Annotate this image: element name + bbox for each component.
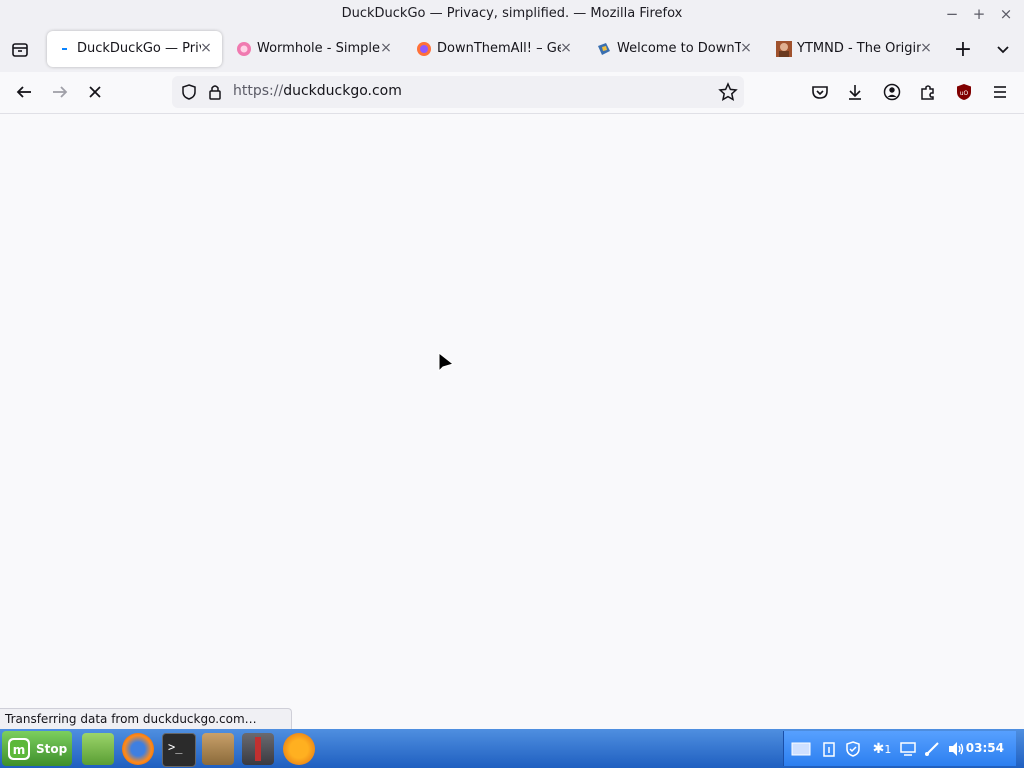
shield-check-icon[interactable] (843, 739, 863, 759)
ublock-origin-icon: uO (957, 84, 971, 100)
new-tab-button[interactable]: + (948, 35, 978, 65)
tab-label: DuckDuckGo — Privacy, simplified. (77, 41, 201, 56)
tab-label: Welcome to DownThemAll! (617, 41, 741, 56)
tab-ytmnd[interactable]: YTMND - The Original Meme Site × (767, 31, 942, 67)
puzzle-icon (921, 85, 934, 100)
download-icon (849, 85, 861, 100)
close-window-button[interactable]: × (996, 4, 1016, 24)
url-host: duckduckgo.com (283, 83, 402, 99)
taskbar: m Stop >_ ✱1 03:54 (0, 729, 1024, 768)
display-icon[interactable] (898, 739, 918, 759)
forward-button[interactable] (46, 78, 74, 106)
tie-icon (255, 737, 261, 761)
clipboard-icon[interactable] (819, 739, 839, 759)
stop-loading-button[interactable] (81, 78, 109, 106)
url-scheme: https:// (233, 83, 284, 99)
tab-downthemall-welcome[interactable]: Welcome to DownThemAll! × (587, 31, 762, 67)
tab-duckduckgo[interactable]: DuckDuckGo — Privacy, simplified. × (47, 31, 222, 67)
system-tray: ✱1 03:54 (783, 731, 1016, 766)
start-menu-button[interactable]: m Stop (2, 731, 72, 766)
ublock-origin-button[interactable]: uO (949, 77, 979, 107)
list-all-tabs-button[interactable] (988, 35, 1018, 65)
shield-icon[interactable] (180, 83, 198, 105)
close-tab-icon[interactable]: × (738, 40, 754, 56)
close-tab-icon[interactable]: × (558, 40, 574, 56)
extensions-button[interactable] (913, 77, 943, 107)
status-panel: Transferring data from duckduckgo.com… (0, 708, 292, 729)
bookmark-star-icon[interactable] (718, 82, 738, 106)
firefox-view-icon (12, 43, 28, 57)
minimize-button[interactable]: − (942, 4, 962, 24)
lock-icon[interactable] (207, 83, 223, 105)
chevron-down-icon (997, 46, 1009, 54)
svg-text:m: m (13, 743, 26, 757)
app-launcher-icon[interactable] (242, 733, 274, 765)
close-tab-icon[interactable]: × (198, 40, 214, 56)
back-button[interactable] (10, 78, 38, 106)
arrow-right-icon (53, 86, 68, 98)
wormhole-icon (236, 41, 252, 57)
firefox-view-button[interactable] (5, 35, 35, 65)
account-icon (883, 83, 901, 101)
clock[interactable]: 03:54 (966, 741, 1004, 755)
url-text[interactable]: https://duckduckgo.com (233, 83, 402, 99)
notifications-indicator[interactable]: ✱1 (868, 739, 896, 759)
workspace-switcher-icon[interactable] (790, 739, 812, 759)
page-content[interactable] (0, 114, 1024, 708)
tab-label: Wormhole - Simple, private file sharing (257, 41, 381, 56)
maximize-button[interactable]: + (969, 4, 989, 24)
notification-count: 1 (884, 743, 892, 756)
app-menu-button[interactable] (985, 77, 1015, 107)
tab-downthemall-addon[interactable]: DownThemAll! – Get this Extension for Fi… (407, 31, 582, 67)
downthemall-icon (596, 41, 612, 57)
terminal-launcher-icon[interactable]: >_ (162, 733, 196, 767)
url-bar[interactable]: https://duckduckgo.com (172, 76, 744, 108)
tab-bar: DuckDuckGo — Privacy, simplified. × Worm… (0, 28, 1024, 72)
account-button[interactable] (877, 77, 907, 107)
tab-wormhole[interactable]: Wormhole - Simple, private file sharing … (227, 31, 402, 67)
arrow-left-icon (16, 86, 31, 98)
window-title: DuckDuckGo — Privacy, simplified. — Mozi… (341, 6, 683, 21)
network-icon[interactable] (922, 739, 942, 759)
firefox-launcher-icon[interactable] (122, 733, 154, 765)
pocket-button[interactable] (805, 77, 835, 107)
volume-icon[interactable] (946, 739, 966, 759)
linux-mint-logo-icon: m (7, 737, 31, 764)
files-launcher-icon[interactable] (82, 733, 114, 765)
svg-text:uO: uO (960, 90, 969, 97)
loading-icon (56, 41, 72, 57)
update-manager-launcher-icon[interactable] (283, 733, 315, 765)
ytmnd-icon (776, 41, 792, 57)
firefox-icon (416, 41, 432, 57)
title-bar: DuckDuckGo — Privacy, simplified. — Mozi… (0, 0, 1024, 28)
terminal-prompt-icon: >_ (168, 740, 183, 754)
pocket-icon (812, 86, 828, 99)
tab-label: YTMND - The Original Meme Site (797, 41, 921, 56)
tab-label: DownThemAll! – Get this Extension for Fi… (437, 41, 561, 56)
hamburger-menu-icon (994, 86, 1006, 98)
downloads-button[interactable] (840, 77, 870, 107)
archive-manager-launcher-icon[interactable] (202, 733, 234, 765)
close-icon (89, 86, 101, 98)
mouse-cursor-icon (438, 351, 456, 380)
close-tab-icon[interactable]: × (378, 40, 394, 56)
start-menu-label: Stop (36, 742, 68, 756)
bell-icon: ✱ (872, 741, 885, 757)
close-tab-icon[interactable]: × (918, 40, 934, 56)
